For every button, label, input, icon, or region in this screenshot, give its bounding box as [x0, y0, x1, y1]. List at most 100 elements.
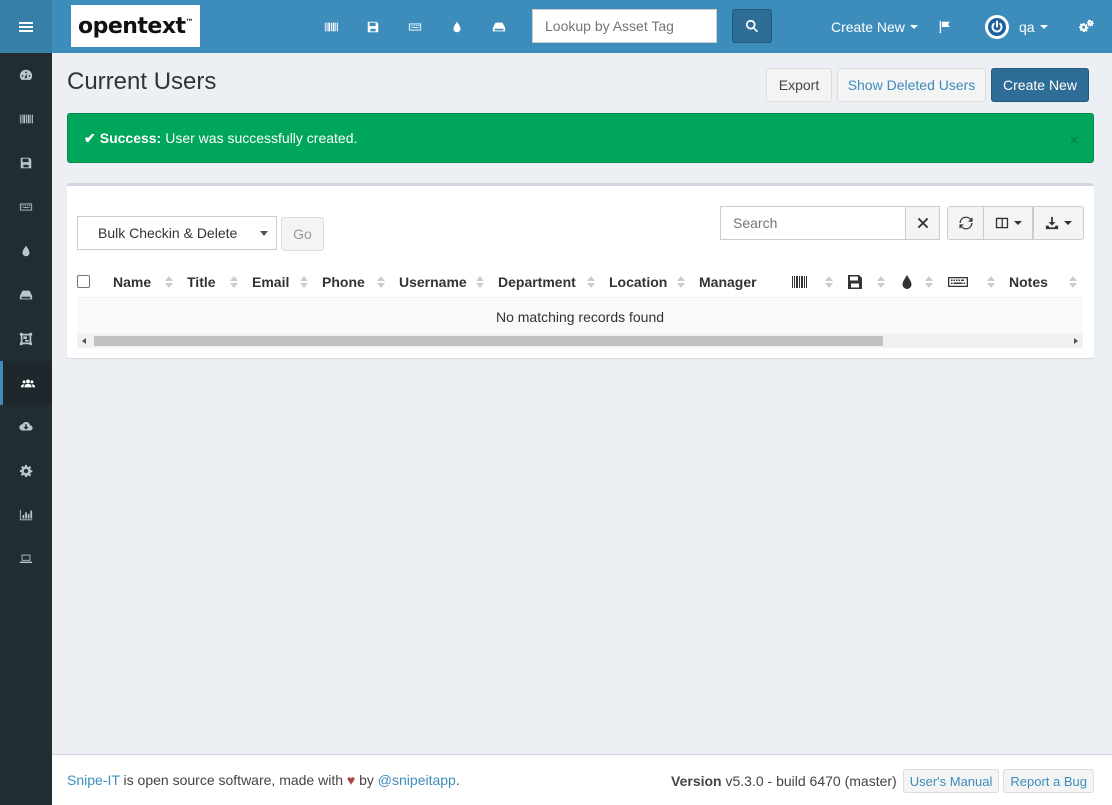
sidebar-item-dashboard[interactable] — [0, 53, 52, 97]
footer-text: by — [355, 772, 378, 788]
user-name: qa — [1019, 18, 1035, 35]
caret-down-icon — [1064, 221, 1072, 225]
gear-icon — [19, 464, 33, 478]
top-licenses-link[interactable] — [352, 0, 394, 53]
admin-settings-button[interactable] — [1078, 0, 1094, 53]
barcode-icon — [792, 275, 807, 288]
column-header-label: Notes — [1009, 273, 1048, 290]
select-all-cell — [77, 266, 105, 298]
sidebar-toggle-button[interactable] — [0, 0, 52, 53]
column-header-licenses[interactable] — [839, 266, 891, 298]
user-menu-dropdown[interactable]: qa — [985, 0, 1048, 53]
top-assets-link[interactable] — [310, 0, 352, 53]
alert-strong: Success: — [99, 130, 162, 146]
create-new-label: Create New — [831, 18, 905, 35]
keyboard-icon — [948, 276, 968, 287]
column-header-title[interactable]: Title — [179, 266, 244, 298]
go-button[interactable]: Go — [281, 217, 324, 251]
sidebar-item-assets[interactable] — [0, 97, 52, 141]
horizontal-scrollbar[interactable] — [77, 334, 1083, 348]
create-new-dropdown[interactable]: Create New — [831, 0, 918, 53]
sort-icon — [1069, 275, 1077, 288]
column-header-label: Phone — [322, 273, 365, 290]
scroll-left-icon[interactable] — [82, 338, 86, 344]
alerts-flag-button[interactable] — [938, 0, 952, 53]
scroll-right-icon[interactable] — [1074, 338, 1078, 344]
users-manual-button[interactable]: User's Manual — [902, 769, 1000, 793]
scrollbar-thumb[interactable] — [94, 336, 883, 346]
heart-icon: ♥ — [346, 772, 356, 788]
check-icon: ✔ — [84, 129, 96, 146]
column-header-label: Email — [252, 273, 290, 290]
caret-down-icon — [1039, 24, 1048, 29]
hdd-icon — [492, 22, 506, 31]
column-header-label: Location — [609, 273, 668, 290]
cogs-icon — [1079, 19, 1094, 32]
top-accessories-link[interactable] — [394, 0, 436, 53]
export-button[interactable]: Export — [766, 68, 832, 102]
clear-search-button[interactable] — [905, 206, 940, 240]
avatar — [985, 14, 1009, 39]
column-header-assets[interactable] — [783, 266, 839, 298]
column-header-accessories[interactable] — [939, 266, 1001, 298]
table-search-input[interactable] — [720, 206, 906, 240]
sidebar-item-licenses[interactable] — [0, 141, 52, 185]
laptop-icon — [19, 554, 33, 563]
drop-icon — [453, 21, 461, 32]
sidebar-item-requestable[interactable] — [0, 537, 52, 581]
bulk-action-select[interactable]: Bulk Checkin & Delete — [77, 216, 277, 250]
snipe-it-link[interactable]: Snipe-IT — [67, 772, 120, 788]
sort-icon — [825, 275, 833, 288]
column-header-location[interactable]: Location — [601, 266, 691, 298]
column-header-department[interactable]: Department — [490, 266, 601, 298]
sidebar-item-import[interactable] — [0, 405, 52, 449]
column-header-notes[interactable]: Notes — [1001, 266, 1083, 298]
close-icon[interactable]: × — [1070, 132, 1079, 150]
success-alert: ✔ Success: User was successfully created… — [67, 113, 1094, 163]
column-header-manager[interactable]: Manager — [691, 266, 783, 298]
sidebar-item-kits[interactable] — [0, 317, 52, 361]
snipeitapp-link[interactable]: @snipeitapp — [378, 772, 456, 788]
column-header-username[interactable]: Username — [391, 266, 490, 298]
show-deleted-users-button[interactable]: Show Deleted Users — [837, 68, 986, 102]
sidebar-item-components[interactable] — [0, 273, 52, 317]
top-navbar: opentext™ Create New qa — [52, 0, 1112, 53]
column-header-label: Username — [399, 273, 467, 290]
footer-text: . — [455, 772, 460, 788]
users-table-box: Bulk Checkin & Delete Go Name Title Emai… — [67, 183, 1094, 358]
export-data-button[interactable] — [1033, 206, 1084, 240]
top-consumables-link[interactable] — [436, 0, 478, 53]
asset-tag-search-input[interactable] — [532, 9, 717, 43]
drop-icon — [22, 245, 30, 257]
sort-icon — [925, 275, 933, 288]
hdd-icon — [19, 290, 33, 300]
column-header-consumables[interactable] — [891, 266, 939, 298]
sidebar-item-consumables[interactable] — [0, 229, 52, 273]
drop-icon — [902, 274, 912, 289]
create-new-user-button[interactable]: Create New — [991, 68, 1089, 102]
column-header-label: Title — [187, 273, 216, 290]
column-header-phone[interactable]: Phone — [314, 266, 391, 298]
report-bug-button[interactable]: Report a Bug — [1003, 769, 1094, 793]
search-icon — [746, 19, 759, 33]
select-all-checkbox[interactable] — [77, 275, 90, 288]
hamburger-icon — [19, 25, 33, 28]
sidebar-item-settings[interactable] — [0, 449, 52, 493]
bar-chart-icon — [19, 509, 33, 521]
column-header-label: Name — [113, 273, 152, 290]
column-header-email[interactable]: Email — [244, 266, 314, 298]
asset-search-button[interactable] — [732, 9, 772, 43]
sidebar-item-accessories[interactable] — [0, 185, 52, 229]
table-header: Name Title Email Phone Username Departme… — [77, 266, 1083, 298]
sidebar-item-people[interactable] — [0, 361, 52, 405]
sort-icon — [300, 275, 308, 288]
top-components-link[interactable] — [478, 0, 520, 53]
column-header-name[interactable]: Name — [105, 266, 179, 298]
column-header-label: Manager — [699, 273, 757, 290]
sidebar-item-reports[interactable] — [0, 493, 52, 537]
sort-icon — [377, 275, 385, 288]
logo[interactable]: opentext™ — [71, 5, 200, 47]
refresh-button[interactable] — [947, 206, 984, 240]
columns-toggle-button[interactable] — [983, 206, 1033, 240]
cloud-download-icon — [19, 421, 33, 431]
